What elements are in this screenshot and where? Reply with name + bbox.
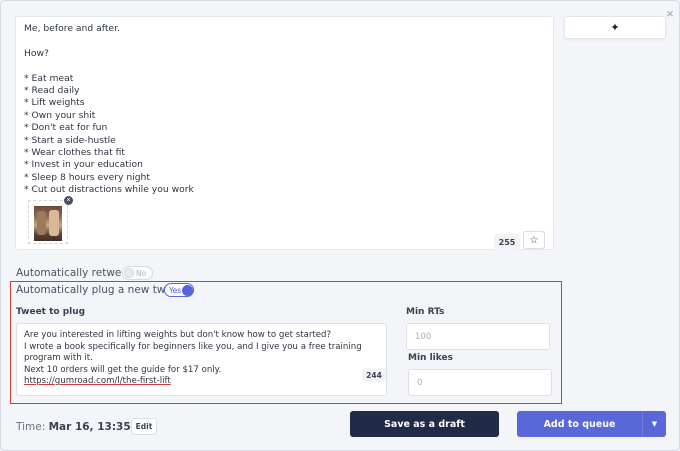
auto-retweet-label: Automatically retweet? xyxy=(16,267,138,279)
add-to-queue-button[interactable]: Add to queue ▼ xyxy=(517,411,666,437)
plug-tweet-body: Are you interested in lifting weights bu… xyxy=(24,330,362,375)
min-rts-input[interactable]: 100 xyxy=(406,323,550,350)
remove-media-icon[interactable]: × xyxy=(64,196,73,205)
tweet-text[interactable]: Me, before and after. How? * Eat meat * … xyxy=(24,23,524,197)
plug-tweet-input[interactable]: Are you interested in lifting weights bu… xyxy=(16,323,387,396)
min-likes-label: Min likes xyxy=(408,353,453,363)
min-likes-input[interactable]: 0 xyxy=(408,369,552,396)
min-rts-placeholder: 100 xyxy=(415,331,432,342)
auto-plug-label: Automatically plug a new tweet? xyxy=(16,284,189,296)
tweet-editor[interactable]: Me, before and after. How? * Eat meat * … xyxy=(15,16,554,250)
auto-plug-toggle[interactable]: Yes xyxy=(164,283,194,297)
star-button[interactable]: ☆ xyxy=(523,231,545,249)
star-icon: ☆ xyxy=(529,234,539,246)
plug-char-count: 244 xyxy=(362,368,386,382)
edit-time-button[interactable]: Edit xyxy=(131,418,157,435)
toggle-knob xyxy=(124,268,134,278)
media-attachment xyxy=(28,200,68,244)
tweet-to-plug-label: Tweet to plug xyxy=(16,307,86,317)
sparkle-button[interactable]: ✦ xyxy=(564,16,666,39)
plug-tweet-link[interactable]: https://gumroad.com/l/the-first-lift xyxy=(24,376,171,386)
min-rts-label: Min RTs xyxy=(406,307,445,317)
time-prefix: Time: xyxy=(16,421,46,433)
auto-plug-toggle-text: Yes xyxy=(169,285,182,295)
toggle-knob xyxy=(182,285,193,296)
save-draft-button[interactable]: Save as a draft xyxy=(350,411,499,437)
media-thumbnail xyxy=(34,206,62,241)
plug-tweet-text[interactable]: Are you interested in lifting weights bu… xyxy=(24,330,382,388)
auto-retweet-toggle-text: No xyxy=(136,268,147,278)
add-to-queue-label: Add to queue xyxy=(543,418,616,430)
min-likes-placeholder: 0 xyxy=(417,377,423,388)
compose-modal: × ✦ Me, before and after. How? * Eat mea… xyxy=(0,0,680,451)
tweet-char-count: 255 xyxy=(494,234,520,250)
sparkle-icon: ✦ xyxy=(610,22,620,34)
chevron-down-icon[interactable]: ▼ xyxy=(642,411,666,437)
auto-retweet-toggle[interactable]: No xyxy=(122,266,153,280)
